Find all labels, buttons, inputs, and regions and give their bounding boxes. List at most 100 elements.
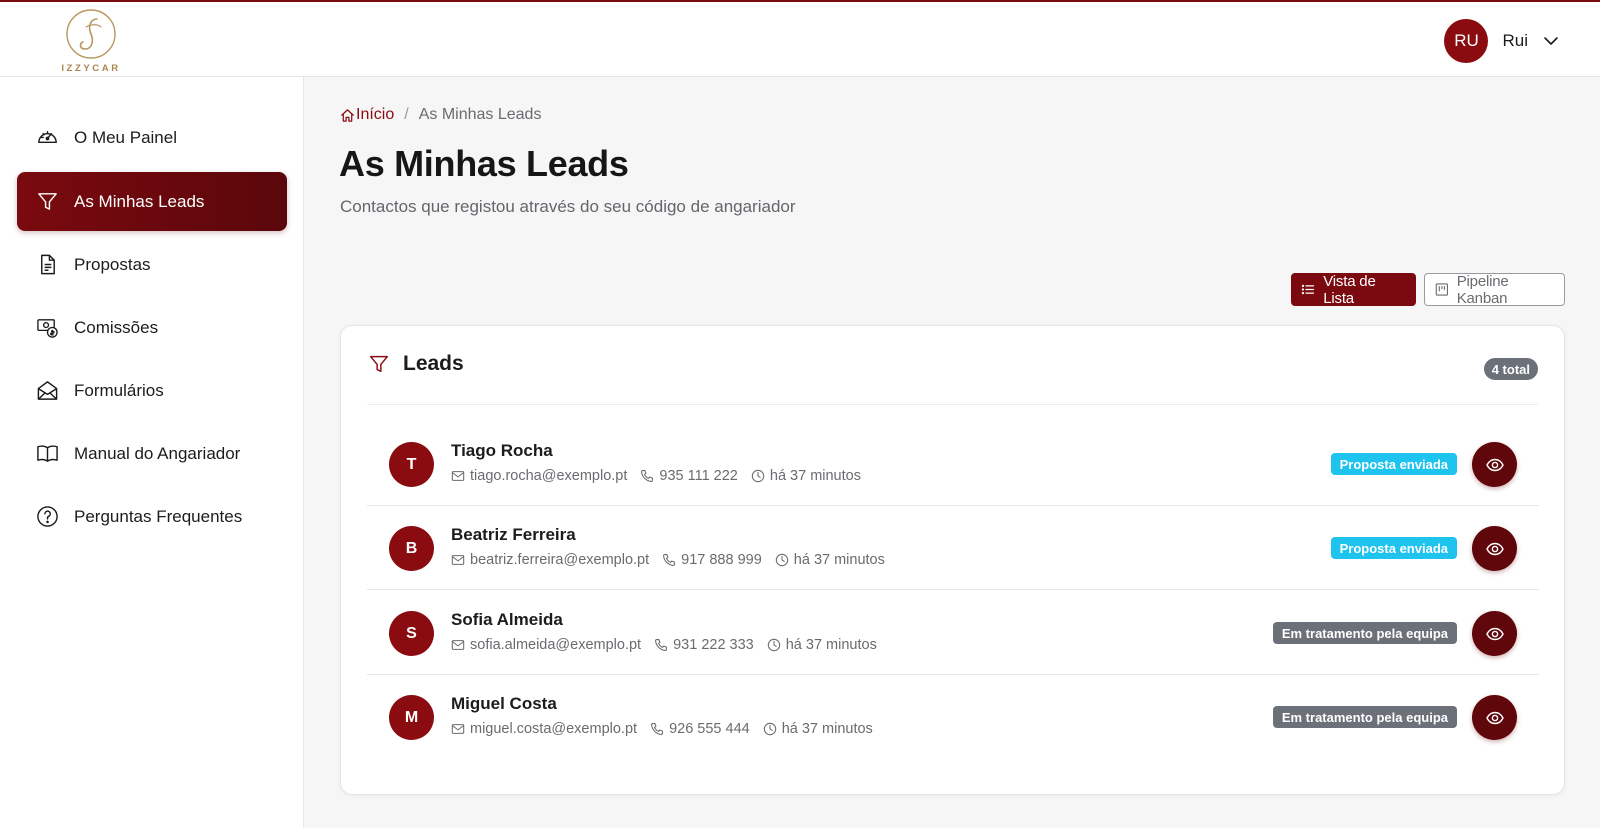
lead-name[interactable]: Sofia Almeida	[451, 610, 563, 630]
lead-meta: miguel.costa@exemplo.pt 926 555 444 há 3…	[451, 721, 886, 737]
clock-icon	[767, 638, 780, 652]
lead-time: há 37 minutos	[763, 721, 873, 737]
lead-phone-text: 931 222 333	[673, 637, 754, 653]
lead-time-text: há 37 minutos	[785, 637, 877, 653]
lead-phone: 917 888 999	[662, 552, 762, 568]
eye-icon	[1485, 458, 1504, 471]
breadcrumb-current: As Minhas Leads	[418, 106, 542, 123]
view-lead-button[interactable]	[1472, 442, 1517, 487]
lead-time-text: há 37 minutos	[769, 468, 861, 484]
total-count-badge: 4 total	[1483, 358, 1538, 380]
lead-phone: 935 111 222	[640, 468, 738, 484]
list-view-button[interactable]: Vista de Lista	[1291, 272, 1416, 307]
lead-row: M Miguel Costa miguel.costa@exemplo.pt 9…	[367, 675, 1539, 759]
sidebar-item-forms[interactable]: Formulários	[17, 361, 287, 420]
question-circle-icon	[36, 505, 59, 528]
kanban-icon	[1435, 283, 1449, 296]
clock-icon	[751, 469, 765, 483]
lead-time: há 37 minutos	[775, 552, 885, 568]
lead-meta: beatriz.ferreira@exemplo.pt 917 888 999 …	[451, 552, 898, 568]
eye-icon	[1485, 627, 1504, 640]
mail-icon	[451, 471, 465, 481]
sidebar-item-proposals[interactable]: Propostas	[17, 235, 287, 294]
lead-email: beatriz.ferreira@exemplo.pt	[451, 552, 649, 568]
sidebar-item-manual[interactable]: Manual do Angariador	[17, 424, 287, 483]
phone-icon	[655, 639, 668, 651]
mail-icon	[451, 640, 465, 650]
phone-icon	[641, 470, 654, 482]
breadcrumb: Início / As Minhas Leads	[340, 104, 541, 126]
sidebar-item-label: Formulários	[74, 380, 164, 400]
lead-row: T Tiago Rocha tiago.rocha@exemplo.pt 935…	[367, 422, 1539, 506]
user-avatar: RU	[1444, 19, 1489, 63]
document-icon	[36, 253, 59, 276]
lead-phone-text: 926 555 444	[669, 721, 750, 737]
lead-meta: sofia.almeida@exemplo.pt 931 222 333 há …	[451, 637, 890, 653]
mail-icon	[451, 724, 465, 734]
kanban-view-label: Pipeline Kanban	[1456, 272, 1509, 307]
status-badge: Proposta enviada	[1330, 453, 1457, 475]
view-lead-button[interactable]	[1472, 611, 1517, 656]
page-title: As Minhas Leads	[339, 143, 629, 184]
logo-monogram-icon	[66, 9, 116, 59]
lead-avatar: S	[389, 611, 434, 656]
home-icon	[340, 108, 355, 122]
sidebar-item-commissions[interactable]: Comissões	[17, 298, 287, 357]
lead-name[interactable]: Tiago Rocha	[451, 441, 553, 461]
view-lead-button[interactable]	[1472, 526, 1517, 571]
lead-phone-text: 935 111 222	[659, 468, 738, 484]
sidebar-item-label: As Minhas Leads	[74, 191, 205, 211]
list-icon	[1301, 284, 1315, 295]
breadcrumb-home-link[interactable]: Início	[340, 106, 394, 124]
view-lead-button[interactable]	[1472, 695, 1517, 740]
lead-time: há 37 minutos	[751, 468, 861, 484]
breadcrumb-home-label: Início	[356, 106, 395, 123]
eye-icon	[1485, 542, 1504, 555]
user-name: Rui	[1502, 31, 1528, 50]
sidebar-item-label: Perguntas Frequentes	[74, 506, 243, 526]
sidebar-item-faq[interactable]: Perguntas Frequentes	[17, 487, 287, 546]
page-subtitle: Contactos que registou através do seu có…	[340, 197, 796, 216]
lead-email: tiago.rocha@exemplo.pt	[451, 468, 627, 484]
lead-name[interactable]: Miguel Costa	[451, 694, 557, 714]
sidebar: O Meu Painel As Minhas Leads Propostas C…	[0, 77, 304, 828]
mail-icon	[451, 555, 465, 565]
user-menu[interactable]: RU Rui	[1444, 19, 1560, 63]
funnel-icon	[370, 355, 388, 373]
lead-email: sofia.almeida@exemplo.pt	[451, 637, 641, 653]
kanban-view-button[interactable]: Pipeline Kanban	[1424, 272, 1565, 307]
sidebar-item-label: Manual do Angariador	[74, 443, 241, 463]
sidebar-item-label: O Meu Painel	[74, 127, 177, 147]
lead-row: B Beatriz Ferreira beatriz.ferreira@exem…	[367, 506, 1539, 590]
lead-email: miguel.costa@exemplo.pt	[451, 721, 637, 737]
sidebar-item-leads[interactable]: As Minhas Leads	[17, 172, 287, 231]
lead-email-text: beatriz.ferreira@exemplo.pt	[470, 552, 650, 568]
eye-icon	[1485, 711, 1504, 724]
phone-icon	[663, 554, 676, 566]
funnel-icon	[36, 190, 59, 213]
sidebar-item-label: Comissões	[74, 317, 159, 337]
clock-icon	[763, 722, 776, 736]
lead-time-text: há 37 minutos	[781, 721, 873, 737]
breadcrumb-separator: /	[404, 106, 409, 123]
logo-text: IZZYCAR	[61, 63, 121, 74]
top-bar: IZZYCAR RU Rui	[0, 0, 1600, 77]
lead-row: S Sofia Almeida sofia.almeida@exemplo.pt…	[367, 591, 1539, 675]
list-view-label: Vista de Lista	[1323, 272, 1376, 307]
dashboard-gauge-icon	[36, 126, 59, 149]
status-badge: Proposta enviada	[1330, 537, 1457, 559]
lead-name[interactable]: Beatriz Ferreira	[451, 525, 576, 545]
chevron-down-icon	[1542, 32, 1560, 50]
lead-avatar: B	[389, 526, 434, 571]
brand-logo[interactable]: IZZYCAR	[60, 7, 122, 75]
status-badge: Em tratamento pela equipa	[1272, 622, 1457, 644]
sidebar-item-dashboard[interactable]: O Meu Painel	[17, 108, 287, 167]
lead-email-text: sofia.almeida@exemplo.pt	[470, 637, 642, 653]
status-badge: Em tratamento pela equipa	[1272, 706, 1457, 728]
phone-icon	[651, 723, 664, 735]
leads-card-title: Leads	[403, 352, 464, 375]
commission-money-icon	[36, 316, 59, 339]
divider	[367, 404, 1538, 405]
leads-card: Leads 4 total T Tiago Rocha tiago.rocha@…	[340, 325, 1565, 795]
book-icon	[36, 442, 59, 465]
